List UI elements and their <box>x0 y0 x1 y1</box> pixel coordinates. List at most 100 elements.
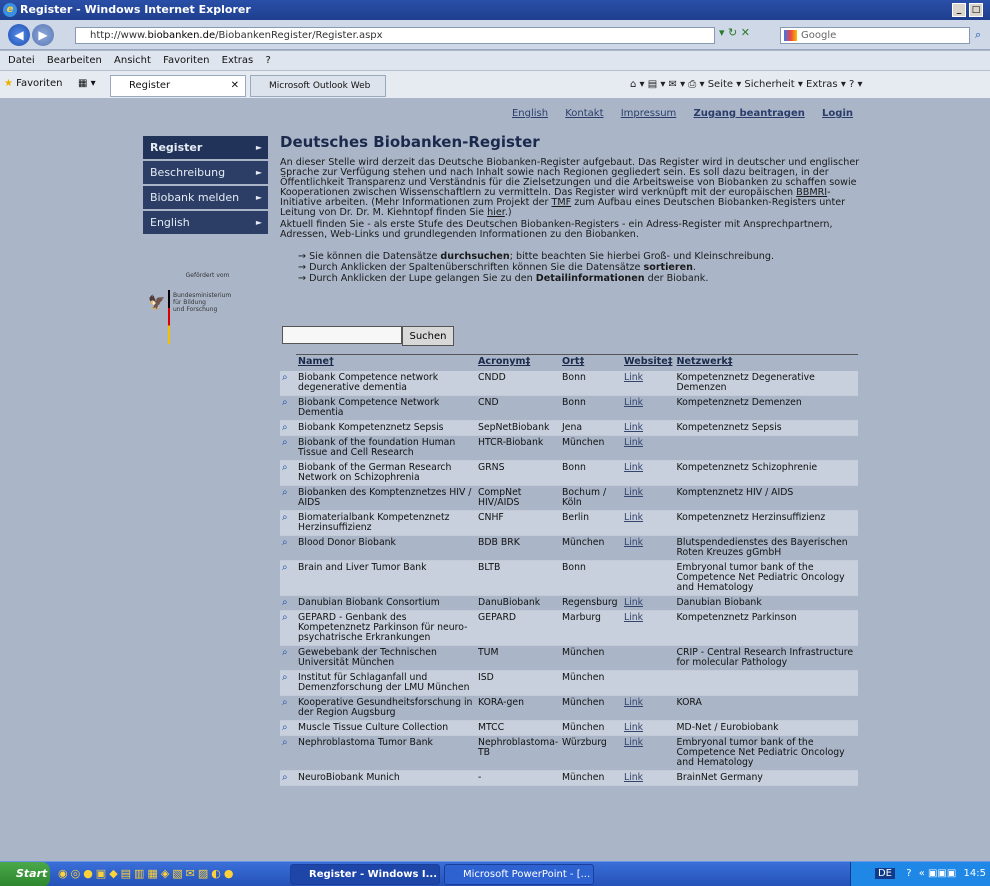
magnifier-icon[interactable]: ⌕ <box>280 435 296 461</box>
close-tab-icon[interactable]: ✕ <box>231 76 239 96</box>
search-go-icon[interactable]: ⌕ <box>975 28 981 42</box>
table-row: ⌕ NeuroBiobank Munich - München Link BrainNet… <box>280 770 858 786</box>
refresh-stop-icons[interactable]: ▾ ↻ ✕ <box>719 26 750 39</box>
language-indicator[interactable]: DE <box>874 868 895 879</box>
window-title-bar: e Register - Windows Internet Explorer _… <box>0 0 990 20</box>
command-bar[interactable]: ⌂ ▾ ▤ ▾ ✉ ▾ ⎙ ▾ Seite ▾ Sicherheit ▾ Ext… <box>630 79 863 90</box>
main-content: Deutsches Biobanken-Register An dieser S… <box>280 134 860 285</box>
impressum-link[interactable]: Impressum <box>621 108 677 119</box>
header-ort[interactable]: Ort‡ <box>560 354 622 371</box>
cell-acronym: MTCC <box>476 720 560 736</box>
website-link[interactable]: Link <box>624 697 643 708</box>
sidebar-item-register[interactable]: Register ► <box>143 136 268 159</box>
website-link[interactable]: Link <box>624 372 643 383</box>
forward-button[interactable]: ▶ <box>32 24 54 46</box>
cell-name: Institut für Schlaganfall und Demenzfors… <box>296 670 476 696</box>
sidebar-item-beschreibung[interactable]: Beschreibung ► <box>143 161 268 184</box>
magnifier-icon[interactable]: ⌕ <box>280 395 296 421</box>
table-row: ⌕ Muscle Tissue Culture Collection MTCC Mün… <box>280 720 858 736</box>
website-link[interactable]: Link <box>624 462 643 473</box>
menu-datei[interactable]: Datei <box>8 55 35 66</box>
cell-ort: München <box>560 720 622 736</box>
tmf-link[interactable]: TMF <box>551 197 571 208</box>
magnifier-icon[interactable]: ⌕ <box>280 420 296 436</box>
website-link[interactable]: Link <box>624 537 643 548</box>
table-row: ⌕ Danubian Biobank Consortium DanuBiobank R… <box>280 595 858 611</box>
zugang-link[interactable]: Zugang beantragen <box>693 108 804 119</box>
sidebar-item-biobank-melden[interactable]: Biobank melden ► <box>143 186 268 209</box>
header-netzwerk[interactable]: Netzwerk‡ <box>674 354 858 371</box>
magnifier-icon[interactable]: ⌕ <box>280 510 296 536</box>
menu-extras[interactable]: Extras <box>222 55 254 66</box>
cell-netzwerk: Kompetenznetz Herzinsuffizienz <box>674 510 858 536</box>
cell-website: Link <box>622 695 675 721</box>
magnifier-icon[interactable]: ⌕ <box>280 485 296 511</box>
start-button[interactable]: Start <box>0 862 50 886</box>
task-register[interactable]: Register - Windows I... <box>290 864 440 885</box>
website-link[interactable]: Link <box>624 597 643 608</box>
chevron-right-icon: ► <box>255 143 262 152</box>
cell-netzwerk: Kompetenznetz Degenerative Demenzen <box>674 371 858 396</box>
tab-register[interactable]: Register ✕ <box>110 75 246 97</box>
header-website[interactable]: Website‡ <box>622 354 675 371</box>
tray-icons[interactable]: « ▣▣▣ <box>919 868 957 879</box>
magnifier-icon[interactable]: ⌕ <box>280 670 296 696</box>
kontakt-link[interactable]: Kontakt <box>565 108 603 119</box>
back-button[interactable]: ◀ <box>8 24 30 46</box>
cell-website <box>622 560 675 596</box>
minimize-button[interactable]: _ <box>952 3 966 17</box>
hier-link[interactable]: hier <box>487 207 505 218</box>
restore-button[interactable]: □ <box>969 3 983 17</box>
website-link[interactable]: Link <box>624 512 643 523</box>
magnifier-icon[interactable]: ⌕ <box>280 735 296 771</box>
register-search-input[interactable] <box>282 326 402 344</box>
website-link[interactable]: Link <box>624 737 643 748</box>
magnifier-icon[interactable]: ⌕ <box>280 770 296 786</box>
url-input[interactable]: http://www.biobanken.de/BiobankenRegiste… <box>75 27 715 44</box>
help-icon[interactable]: ? <box>906 868 911 879</box>
magnifier-icon[interactable]: ⌕ <box>280 610 296 646</box>
sidebar-item-english[interactable]: English ► <box>143 211 268 234</box>
clock: 14:5 <box>963 868 986 879</box>
website-link[interactable]: Link <box>624 437 643 448</box>
quick-launch-icons[interactable]: ◉◎●▣◆▤▥▦◈▧✉▨◐● <box>58 867 237 880</box>
chevron-right-icon: ► <box>255 218 262 227</box>
website-link[interactable]: Link <box>624 772 643 783</box>
magnifier-icon[interactable]: ⌕ <box>280 645 296 671</box>
english-link[interactable]: English <box>512 108 548 119</box>
chevron-right-icon: ► <box>255 168 262 177</box>
login-link[interactable]: Login <box>822 108 853 119</box>
magnifier-icon[interactable]: ⌕ <box>280 371 296 396</box>
magnifier-icon[interactable]: ⌕ <box>280 460 296 486</box>
suchen-button[interactable]: Suchen <box>402 326 454 346</box>
header-name[interactable]: Name† <box>296 354 476 371</box>
table-row: ⌕ GEPARD - Genbank des Kompetenznetz Park… <box>280 610 858 646</box>
favorites-button[interactable]: ★ Favoriten <box>4 78 62 89</box>
tab-outlook[interactable]: Microsoft Outlook Web Access <box>250 75 386 111</box>
magnifier-icon[interactable]: ⌕ <box>280 595 296 611</box>
cell-ort: Regensburg <box>560 595 622 611</box>
cell-acronym: SepNetBiobank <box>476 420 560 436</box>
website-link[interactable]: Link <box>624 487 643 498</box>
magnifier-icon[interactable]: ⌕ <box>280 535 296 561</box>
quick-tabs-icon[interactable]: ▦ ▾ <box>78 78 96 89</box>
website-link[interactable]: Link <box>624 422 643 433</box>
website-link[interactable]: Link <box>624 722 643 733</box>
web-page: English Kontakt Impressum Zugang beantra… <box>0 99 990 861</box>
search-box[interactable]: Google <box>780 27 970 44</box>
cell-name: Biobank Kompetenznetz Sepsis <box>296 420 476 436</box>
magnifier-icon[interactable]: ⌕ <box>280 720 296 736</box>
website-link[interactable]: Link <box>624 612 643 623</box>
magnifier-icon[interactable]: ⌕ <box>280 695 296 721</box>
cell-website: Link <box>622 420 675 436</box>
cell-netzwerk: Kompetenznetz Parkinson <box>674 610 858 646</box>
cell-website: Link <box>622 720 675 736</box>
menu-ansicht[interactable]: Ansicht <box>114 55 151 66</box>
menu-bearbeiten[interactable]: Bearbeiten <box>47 55 102 66</box>
menu-favoriten[interactable]: Favoriten <box>163 55 209 66</box>
magnifier-icon[interactable]: ⌕ <box>280 560 296 596</box>
header-acronym[interactable]: Acronym‡ <box>476 354 560 371</box>
menu-help[interactable]: ? <box>265 55 270 66</box>
task-powerpoint[interactable]: Microsoft PowerPoint - [... <box>444 864 594 885</box>
website-link[interactable]: Link <box>624 397 643 408</box>
